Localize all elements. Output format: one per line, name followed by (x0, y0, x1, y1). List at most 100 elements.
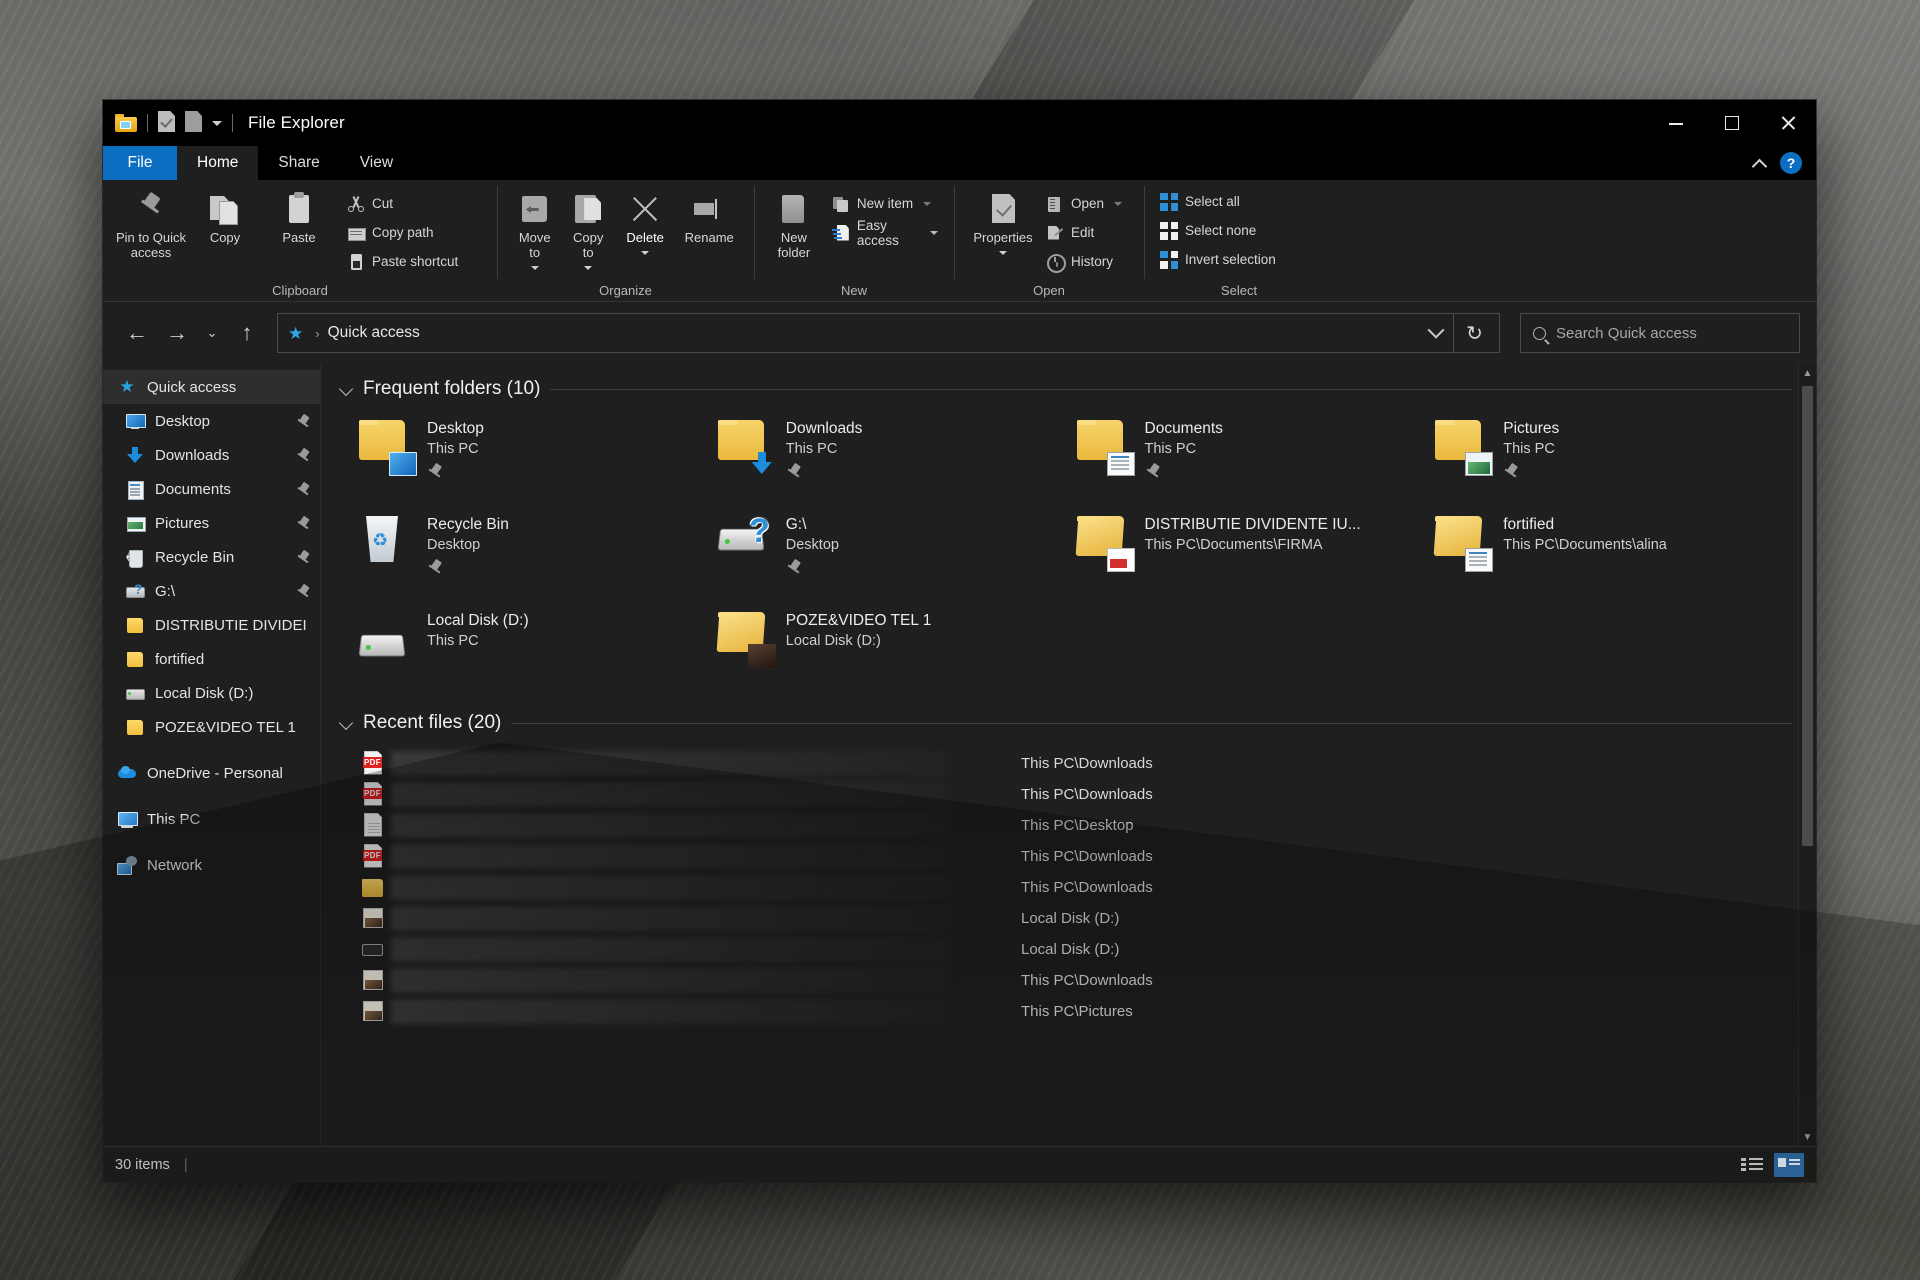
scroll-down-arrow[interactable]: ▼ (1799, 1128, 1816, 1146)
copy-path-button[interactable]: Copy path (343, 220, 462, 245)
help-icon[interactable]: ? (1780, 152, 1802, 174)
recent-file-row[interactable]: PDF This PC\Downloads (339, 748, 1792, 779)
sidebar-item-distributie-dividente[interactable]: DISTRIBUTIE DIVIDEI (103, 608, 320, 642)
pin-icon[interactable] (786, 463, 801, 478)
chevron-down-icon[interactable] (1114, 201, 1123, 206)
tiles-view-icon[interactable] (1774, 1152, 1804, 1177)
minimize-button[interactable] (1648, 100, 1704, 146)
tab-home[interactable]: Home (177, 146, 259, 180)
easy-access-button[interactable]: Easy access (828, 218, 942, 248)
recent-file-row[interactable]: PDF This PC\Downloads (339, 779, 1792, 810)
search-input[interactable]: Search Quick access (1520, 313, 1800, 353)
frequent-folder-downloads[interactable]: Downloads This PC (716, 410, 1075, 498)
scrollbar-thumb[interactable] (1802, 386, 1813, 846)
recent-file-row[interactable]: This PC\Downloads (339, 872, 1792, 903)
frequent-folder-local-disk-d[interactable]: Local Disk (D:) This PC (357, 602, 716, 690)
select-all-button[interactable]: Select all (1156, 189, 1280, 214)
back-button[interactable]: ← (119, 315, 155, 351)
pin-icon[interactable] (427, 463, 442, 478)
sidebar-item-fortified[interactable]: fortified (103, 642, 320, 676)
close-button[interactable] (1760, 100, 1816, 146)
chevron-down-icon[interactable] (999, 250, 1007, 255)
copy-button[interactable]: Copy (189, 186, 261, 246)
sidebar-item-quick-access[interactable]: ★ Quick access (103, 370, 320, 404)
pin-icon[interactable] (1503, 463, 1518, 478)
recent-locations-button[interactable]: ⌄ (199, 315, 225, 351)
recent-file-row[interactable]: This PC\Desktop (339, 810, 1792, 841)
sidebar-item-recycle-bin[interactable]: ♻ Recycle Bin (103, 540, 320, 574)
folder-icon[interactable] (115, 114, 137, 132)
pin-icon[interactable] (296, 550, 310, 564)
sidebar-item-poze-video-tel-1[interactable]: POZE&VIDEO TEL 1 (103, 710, 320, 744)
chevron-down-icon[interactable] (641, 250, 650, 255)
chevron-down-icon[interactable] (339, 382, 353, 396)
tab-view[interactable]: View (340, 146, 413, 180)
address-bar[interactable]: ★ › Quick access ↻ (277, 313, 1500, 353)
paste-shortcut-button[interactable]: Paste shortcut (343, 249, 462, 274)
sidebar-item-pictures[interactable]: Pictures (103, 506, 320, 540)
invert-selection-button[interactable]: Invert selection (1156, 247, 1280, 272)
tab-file[interactable]: File (103, 146, 177, 180)
address-dropdown-icon[interactable] (1419, 314, 1453, 352)
file-list-pane[interactable]: Frequent folders (10) Desktop This PC Do… (321, 364, 1816, 1146)
delete-button[interactable]: Delete (616, 186, 675, 255)
rename-button[interactable]: Rename (676, 186, 742, 246)
chevron-down-icon[interactable] (339, 716, 353, 730)
cut-button[interactable]: Cut (343, 191, 462, 216)
pin-icon[interactable] (296, 448, 310, 462)
frequent-folder-recycle-bin[interactable]: Recycle Bin Desktop (357, 506, 716, 594)
frequent-folders-header[interactable]: Frequent folders (10) (339, 378, 1792, 400)
chevron-down-icon[interactable] (923, 201, 932, 206)
sidebar-item-this-pc[interactable]: This PC (103, 802, 320, 836)
pin-icon[interactable] (786, 559, 801, 574)
maximize-button[interactable] (1704, 100, 1760, 146)
chevron-down-icon[interactable] (584, 265, 593, 270)
customize-caret-icon[interactable] (212, 120, 222, 126)
paste-button[interactable]: Paste (263, 186, 335, 246)
sidebar-item-downloads[interactable]: Downloads (103, 438, 320, 472)
new-item-button[interactable]: New item (828, 191, 942, 216)
new-folder-button[interactable]: New folder (766, 186, 822, 261)
select-none-button[interactable]: Select none (1156, 218, 1280, 243)
sidebar-item-local-disk-d[interactable]: Local Disk (D:) (103, 676, 320, 710)
recent-file-row[interactable]: PDF This PC\Downloads (339, 841, 1792, 872)
recent-file-row[interactable]: This PC\Downloads (339, 965, 1792, 996)
recent-files-header[interactable]: Recent files (20) (339, 712, 1792, 734)
sidebar-item-desktop[interactable]: Desktop (103, 404, 320, 438)
edit-button[interactable]: Edit (1042, 220, 1126, 245)
pin-icon[interactable] (296, 482, 310, 496)
up-button[interactable]: ↑ (229, 315, 265, 351)
recent-file-row[interactable]: Local Disk (D:) (339, 934, 1792, 965)
properties-check-icon[interactable] (158, 111, 178, 135)
sidebar-item-g-drive[interactable]: G:\ (103, 574, 320, 608)
pin-to-quick-access-button[interactable]: Pin to Quick access (115, 186, 187, 261)
details-view-icon[interactable] (1738, 1153, 1768, 1177)
chevron-up-icon[interactable] (1753, 157, 1766, 170)
sidebar-item-onedrive[interactable]: OneDrive - Personal (103, 756, 320, 790)
tab-share[interactable]: Share (258, 146, 339, 180)
frequent-folder-fortified[interactable]: fortified This PC\Documents\alina (1433, 506, 1792, 594)
scroll-up-arrow[interactable]: ▲ (1799, 364, 1816, 382)
pin-icon[interactable] (296, 584, 310, 598)
recent-file-row[interactable]: This PC\Pictures (339, 996, 1792, 1027)
chevron-down-icon[interactable] (930, 230, 938, 235)
frequent-folder-distributie-dividente[interactable]: DISTRIBUTIE DIVIDENTE IU... This PC\Docu… (1075, 506, 1434, 594)
pin-icon[interactable] (427, 559, 442, 574)
pin-icon[interactable] (1145, 463, 1160, 478)
sidebar-item-network[interactable]: Network (103, 848, 320, 882)
frequent-folder-pictures[interactable]: Pictures This PC (1433, 410, 1792, 498)
copy-to-button[interactable]: Copy to (562, 186, 613, 270)
refresh-button[interactable]: ↻ (1453, 314, 1495, 352)
pin-icon[interactable] (296, 516, 310, 530)
new-folder-icon[interactable] (185, 111, 205, 135)
vertical-scrollbar[interactable]: ▲ ▼ (1798, 364, 1816, 1146)
properties-button[interactable]: Properties (966, 186, 1040, 255)
move-to-button[interactable]: Move to (509, 186, 560, 270)
sidebar-item-documents[interactable]: Documents (103, 472, 320, 506)
frequent-folder-desktop[interactable]: Desktop This PC (357, 410, 716, 498)
frequent-folder-g-drive[interactable]: ? G:\ Desktop (716, 506, 1075, 594)
history-button[interactable]: History (1042, 249, 1126, 274)
recent-file-row[interactable]: Local Disk (D:) (339, 903, 1792, 934)
frequent-folder-poze-video-tel-1[interactable]: POZE&VIDEO TEL 1 Local Disk (D:) (716, 602, 1075, 690)
pin-icon[interactable] (296, 414, 310, 428)
